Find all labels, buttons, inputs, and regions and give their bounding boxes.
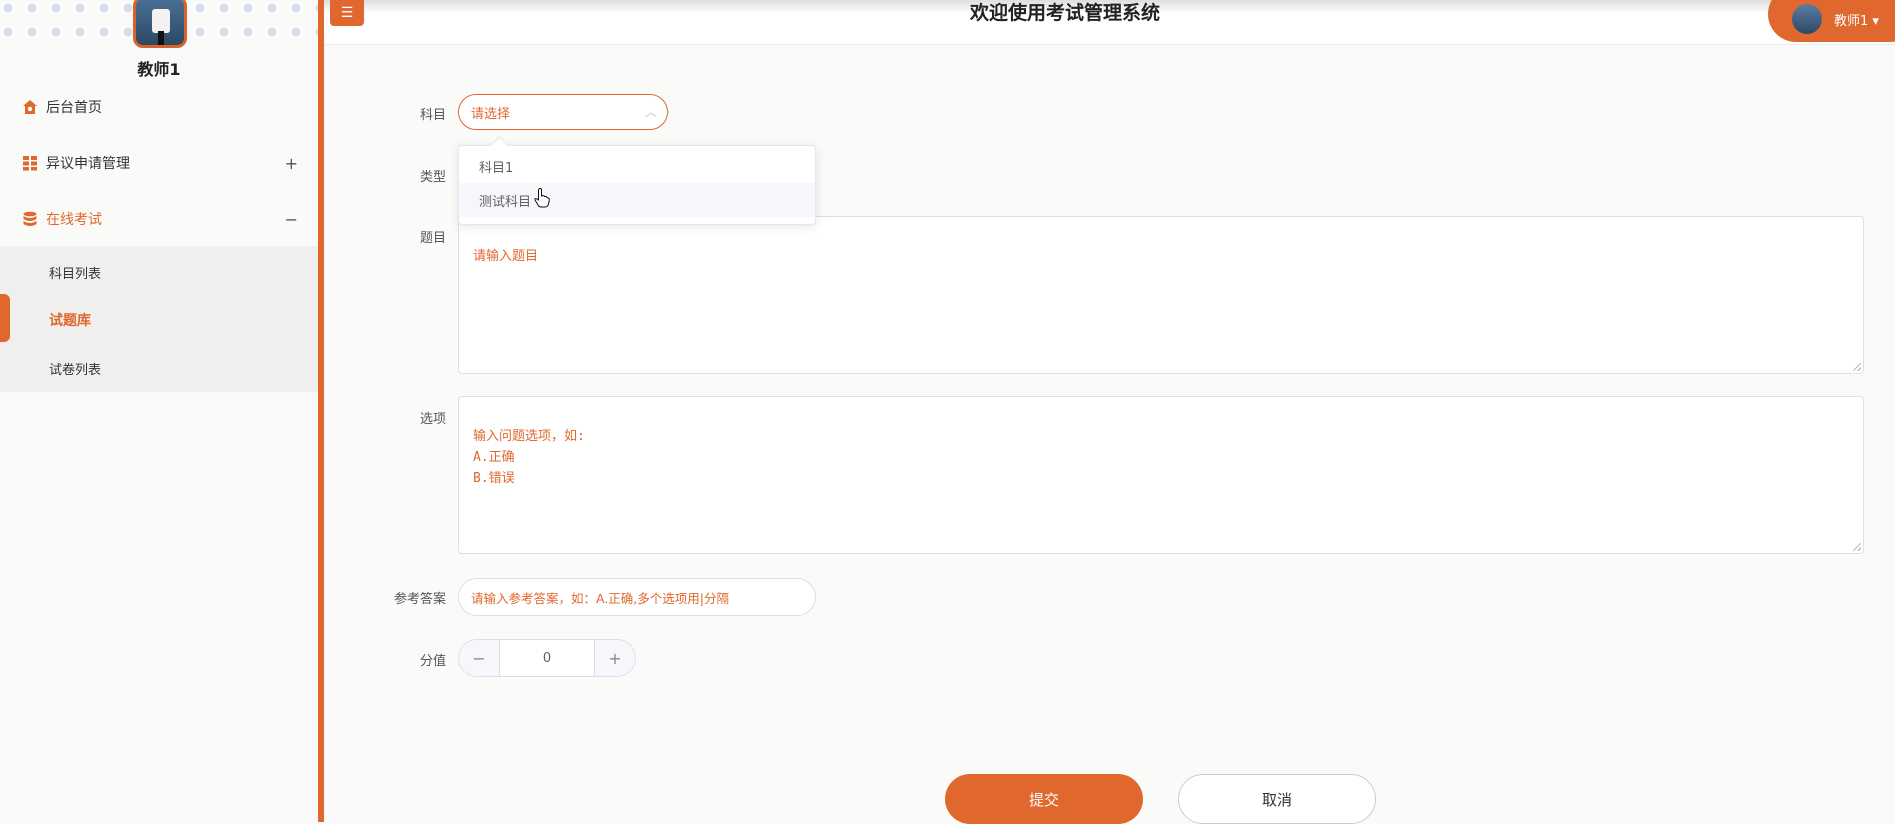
resize-handle[interactable] (1853, 363, 1861, 371)
increment-button[interactable]: + (594, 640, 635, 676)
question-label: 题目 (419, 231, 446, 246)
sidebar-item-paper-list[interactable]: 试卷列表 (0, 344, 318, 392)
subject-select-placeholder: 请选择 (471, 106, 511, 122)
sidebar-item-question-bank[interactable]: 试题库 (0, 296, 318, 344)
user-menu[interactable]: 教师1 ▾ (1768, 0, 1895, 42)
avatar (133, 0, 187, 48)
collapse-icon: − (284, 209, 298, 229)
sidebar-item-home[interactable]: 后台首页 (0, 82, 318, 132)
submenu-online-exam: 科目列表 试题库 试卷列表 (0, 246, 318, 392)
expand-icon: + (284, 153, 298, 173)
database-icon (22, 211, 38, 227)
options-placeholder: 输入问题选项，如: A.正确 B.错误 (473, 429, 585, 486)
hand-cursor-icon (534, 188, 550, 208)
score-value[interactable]: 0 (500, 640, 594, 676)
sidebar-item-subject-list[interactable]: 科目列表 (0, 248, 318, 296)
user-avatar (1792, 4, 1822, 34)
home-icon (22, 99, 38, 115)
subject-select[interactable]: 请选择 ︿ (458, 94, 668, 130)
cancel-button[interactable]: 取消 (1178, 774, 1376, 824)
subject-dropdown: 科目1 测试科目 (458, 145, 816, 225)
sidebar-item-label: 异议申请管理 (46, 156, 130, 172)
subject-option[interactable]: 测试科目 (459, 183, 815, 217)
subject-label: 科目 (419, 108, 446, 123)
options-textarea[interactable]: 输入问题选项，如: A.正确 B.错误 (458, 396, 1864, 554)
answer-label: 参考答案 (393, 592, 446, 607)
sidebar-username: 教师1 (137, 60, 181, 79)
score-stepper: − 0 + (458, 639, 636, 677)
decrement-button[interactable]: − (459, 640, 500, 676)
submit-button[interactable]: 提交 (945, 774, 1143, 824)
sidebar: 教师1 后台首页 异议申请管理 + 在线考试 − 科目列表 试题库 试卷列表 (0, 0, 324, 822)
sidebar-item-online-exam[interactable]: 在线考试 − (0, 194, 318, 244)
active-indicator (0, 294, 10, 342)
question-textarea[interactable]: 请输入题目 (458, 216, 1864, 374)
chevron-up-icon: ︿ (644, 105, 657, 119)
subject-option[interactable]: 科目1 (459, 149, 815, 183)
menu-toggle-button[interactable]: ☰ (330, 0, 364, 26)
resize-handle[interactable] (1853, 543, 1861, 551)
sidebar-item-objection[interactable]: 异议申请管理 + (0, 138, 318, 188)
score-label: 分值 (419, 654, 446, 669)
grid-icon (22, 155, 38, 171)
sidebar-item-label: 在线考试 (46, 212, 102, 228)
answer-input[interactable]: 请输入参考答案，如：A.正确,多个选项用|分隔 (458, 578, 816, 616)
type-label: 类型 (419, 170, 446, 185)
options-label: 选项 (419, 412, 446, 427)
user-menu-label: 教师1 ▾ (1834, 13, 1879, 29)
sidebar-item-label: 后台首页 (46, 100, 102, 116)
page-title: 欢迎使用考试管理系统 (969, 2, 1160, 24)
answer-placeholder: 请输入参考答案，如：A.正确,多个选项用|分隔 (471, 590, 729, 606)
question-placeholder: 请输入题目 (473, 249, 539, 264)
hamburger-icon: ☰ (340, 5, 354, 21)
